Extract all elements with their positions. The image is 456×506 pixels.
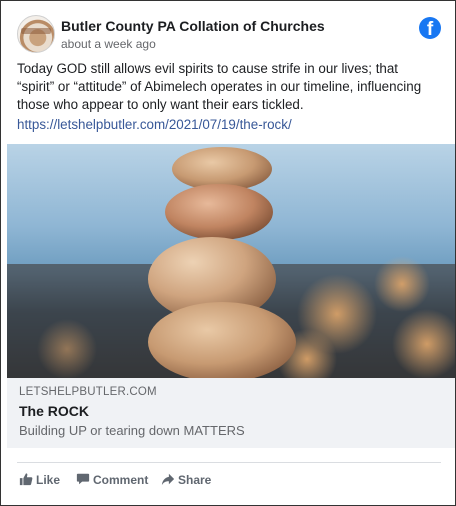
share-button[interactable]: Share <box>161 471 211 489</box>
stacked-rocks-photo <box>7 147 455 378</box>
post-timestamp[interactable]: about a week ago <box>61 37 156 51</box>
thumbs-up-icon <box>19 473 33 486</box>
post-link[interactable]: https://letshelpbutler.com/2021/07/19/th… <box>17 117 292 132</box>
link-preview-image[interactable] <box>7 144 455 378</box>
link-domain: LETSHELPBUTLER.COM <box>19 386 157 398</box>
avatar-detail <box>21 28 51 34</box>
post-header: Butler County PA Collation of Churches a… <box>17 15 441 55</box>
link-title[interactable]: The ROCK <box>19 403 89 419</box>
facebook-post-embed: Butler County PA Collation of Churches a… <box>0 0 456 506</box>
link-description: Building UP or tearing down MATTERS <box>19 423 245 438</box>
facebook-icon[interactable]: f <box>419 17 441 39</box>
actions-divider <box>17 462 441 463</box>
facebook-glyph: f <box>426 19 434 39</box>
like-button[interactable]: Like <box>19 471 61 489</box>
share-label: Share <box>178 473 212 487</box>
comment-label: Comment <box>93 473 149 487</box>
post-body-text: Today GOD still allows evil spirits to c… <box>17 61 422 112</box>
share-arrow-icon <box>161 473 175 486</box>
page-avatar[interactable] <box>17 15 55 53</box>
comment-button[interactable]: Comment <box>76 471 149 489</box>
page-name[interactable]: Butler County PA Collation of Churches <box>61 18 325 34</box>
speech-bubble-icon <box>76 473 90 485</box>
link-preview-card[interactable]: LETSHELPBUTLER.COM The ROCK Building UP … <box>7 378 455 448</box>
like-label: Like <box>36 473 61 487</box>
